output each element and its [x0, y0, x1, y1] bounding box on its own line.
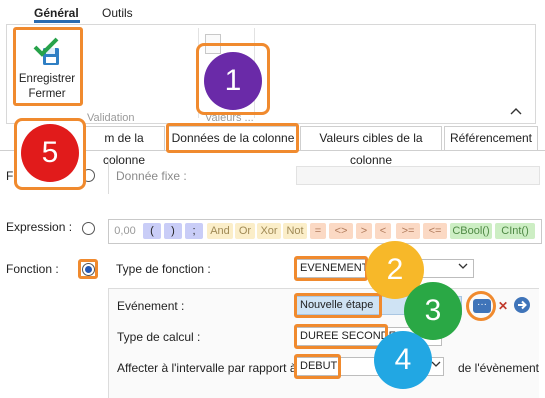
- step-badge-3: 3: [404, 282, 462, 340]
- step-badge-5: 5: [21, 124, 79, 182]
- type-fonction-label: Type de fonction :: [116, 262, 211, 276]
- chevron-down-icon[interactable]: [431, 360, 441, 371]
- tab-general[interactable]: Général: [34, 6, 79, 20]
- chevron-down-icon[interactable]: [458, 262, 468, 273]
- expr-token-greater[interactable]: >: [356, 223, 372, 239]
- tab-valeurs-cibles[interactable]: Valeurs cibles de la colonne: [300, 126, 442, 167]
- donnee-fixe-input[interactable]: [296, 166, 540, 185]
- fonction-label: Fonction :: [6, 262, 59, 276]
- highlight-type-calcul: [294, 324, 388, 349]
- divider: [108, 160, 109, 194]
- highlight-donnees-tab: [166, 123, 299, 153]
- ribbon-tab-bar: Général Outils: [0, 0, 545, 24]
- donnee-fixe-label: Donnée fixe :: [116, 169, 187, 183]
- expr-token-open-paren[interactable]: (: [143, 223, 161, 239]
- expr-token-less[interactable]: <: [375, 223, 391, 239]
- expr-token-not[interactable]: Not: [283, 223, 307, 239]
- type-calcul-label: Type de calcul :: [117, 330, 201, 344]
- expr-token-cbool[interactable]: CBool(): [450, 223, 492, 239]
- tab-nom-colonne[interactable]: m de la colonne: [84, 126, 165, 167]
- highlight-save-button: [13, 27, 83, 106]
- expr-token-xor[interactable]: Xor: [257, 223, 281, 239]
- group-label-validation: Validation: [87, 112, 135, 124]
- highlight-type-fonction: [294, 256, 368, 281]
- expr-token-number[interactable]: 0,00: [112, 223, 138, 239]
- highlight-fonction-radio: [78, 259, 98, 279]
- active-tab-indicator: [34, 20, 80, 23]
- evenement-label: Evénement :: [117, 299, 185, 313]
- expr-token-less-equal[interactable]: <=: [423, 223, 447, 239]
- clear-x-icon[interactable]: ✕: [498, 299, 508, 313]
- step-badge-4: 4: [374, 331, 432, 389]
- highlight-ellipsis: [466, 291, 496, 321]
- expression-label: Expression :: [6, 220, 73, 234]
- expr-token-or[interactable]: Or: [235, 223, 255, 239]
- expr-token-equals[interactable]: =: [310, 223, 326, 239]
- tab-outils[interactable]: Outils: [102, 6, 133, 20]
- tab-referencement[interactable]: Référencement: [444, 126, 538, 150]
- ribbon-panel: [6, 24, 536, 124]
- fixe-label-fragment: F: [6, 169, 14, 183]
- radio-expression[interactable]: [82, 222, 95, 235]
- expr-token-close-paren[interactable]: ): [164, 223, 182, 239]
- expr-token-greater-equal[interactable]: >=: [396, 223, 420, 239]
- highlight-evenement: [294, 293, 382, 318]
- chevron-up-icon[interactable]: [510, 102, 522, 118]
- go-arrow-icon[interactable]: [514, 297, 530, 313]
- affecter-suffix: de l'évènement: [458, 361, 540, 375]
- expr-token-semicolon[interactable]: ;: [185, 223, 203, 239]
- highlight-affecter: [294, 354, 341, 379]
- expr-token-cint[interactable]: CInt(): [495, 223, 535, 239]
- expr-token-and[interactable]: And: [207, 223, 233, 239]
- affecter-label: Affecter à l'intervalle par rapport à :: [117, 361, 304, 375]
- step-badge-1: 1: [204, 52, 262, 110]
- expr-token-not-equal[interactable]: <>: [329, 223, 353, 239]
